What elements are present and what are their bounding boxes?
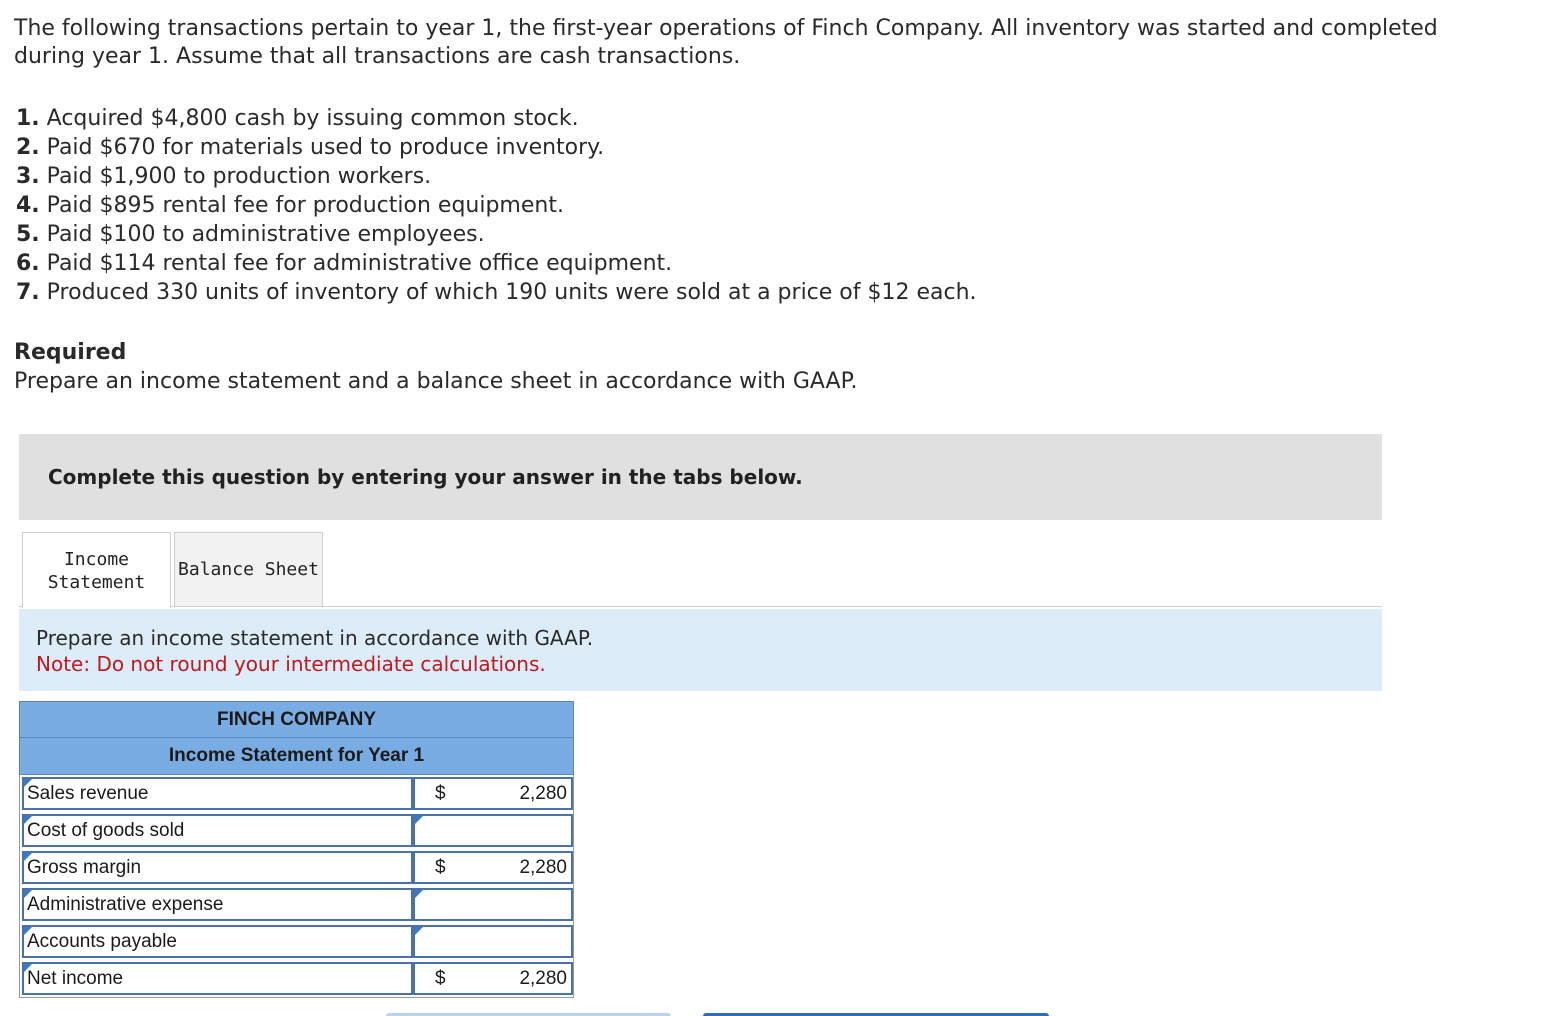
amount-input[interactable]: $2,280	[413, 777, 573, 810]
amount-input[interactable]	[413, 888, 573, 921]
banner-text: Complete this question by entering your …	[48, 465, 803, 489]
list-item: 7. Produced 330 units of inventory of wh…	[16, 280, 977, 305]
dropdown-marker-icon	[24, 816, 32, 824]
dollar-sign: $	[435, 968, 446, 989]
line-item-select[interactable]: Gross margin	[22, 851, 413, 884]
amount-value: 2,280	[519, 783, 567, 804]
dropdown-marker-icon	[24, 964, 32, 972]
required-text: Prepare an income statement and a balanc…	[14, 369, 858, 394]
income-statement-table: FINCH COMPANY Income Statement for Year …	[19, 701, 574, 997]
dropdown-marker-icon	[24, 779, 32, 787]
line-item-select[interactable]: Accounts payable	[22, 925, 413, 958]
amount-input[interactable]	[413, 925, 573, 958]
table-row: Administrative expense	[19, 886, 574, 923]
amount-input[interactable]	[413, 814, 573, 847]
tab-divider	[19, 606, 22, 607]
instruction-note: Note: Do not round your intermediate cal…	[36, 652, 546, 676]
amount-value: 2,280	[519, 857, 567, 878]
tab-label: Income Statement	[47, 548, 146, 593]
table-row: Cost of goods sold	[19, 812, 574, 849]
dropdown-marker-icon	[415, 890, 423, 898]
list-item: 4. Paid $895 rental fee for production e…	[16, 193, 564, 218]
company-header: FINCH COMPANY	[19, 701, 574, 738]
amount-value: 2,280	[519, 968, 567, 989]
tab-label: Balance Sheet	[178, 559, 319, 580]
dropdown-marker-icon	[24, 927, 32, 935]
table-row: Net income $2,280	[19, 960, 574, 997]
tab-instructions: Prepare an income statement in accordanc…	[19, 609, 1382, 691]
line-item-select[interactable]: Administrative expense	[22, 888, 413, 921]
list-item: 5. Paid $100 to administrative employees…	[16, 222, 485, 247]
list-item: 2. Paid $670 for materials used to produ…	[16, 135, 605, 160]
dollar-sign: $	[435, 857, 446, 878]
tab-divider	[171, 606, 1382, 607]
dropdown-marker-icon	[415, 816, 423, 824]
tab-income-statement[interactable]: Income Statement	[22, 532, 171, 608]
line-item-select[interactable]: Net income	[22, 962, 413, 995]
instruction-text: Prepare an income statement in accordanc…	[36, 626, 594, 650]
problem-intro: The following transactions pertain to ye…	[14, 16, 1438, 69]
table-bottom-border	[19, 997, 574, 998]
amount-input[interactable]: $2,280	[413, 851, 573, 884]
line-item-select[interactable]: Sales revenue	[22, 777, 413, 810]
tab-balance-sheet[interactable]: Balance Sheet	[174, 532, 323, 607]
company-name: FINCH COMPANY	[216, 708, 377, 730]
amount-input[interactable]: $2,280	[413, 962, 573, 995]
table-row: Accounts payable	[19, 923, 574, 960]
list-item: 1. Acquired $4,800 cash by issuing commo…	[16, 106, 579, 131]
dropdown-marker-icon	[24, 853, 32, 861]
transaction-list: 1. Acquired $4,800 cash by issuing commo…	[16, 104, 977, 307]
instructions-banner: Complete this question by entering your …	[19, 434, 1382, 520]
statement-title-header: Income Statement for Year 1	[19, 738, 574, 775]
line-item-select[interactable]: Cost of goods sold	[22, 814, 413, 847]
table-row: Sales revenue $2,280	[19, 775, 574, 812]
dollar-sign: $	[435, 783, 446, 804]
list-item: 3. Paid $1,900 to production workers.	[16, 164, 432, 189]
list-item: 6. Paid $114 rental fee for administrati…	[16, 251, 673, 276]
required-heading: Required	[14, 340, 127, 365]
statement-title: Income Statement for Year 1	[168, 745, 425, 766]
dropdown-marker-icon	[24, 890, 32, 898]
table-row: Gross margin $2,280	[19, 849, 574, 886]
dropdown-marker-icon	[415, 927, 423, 935]
